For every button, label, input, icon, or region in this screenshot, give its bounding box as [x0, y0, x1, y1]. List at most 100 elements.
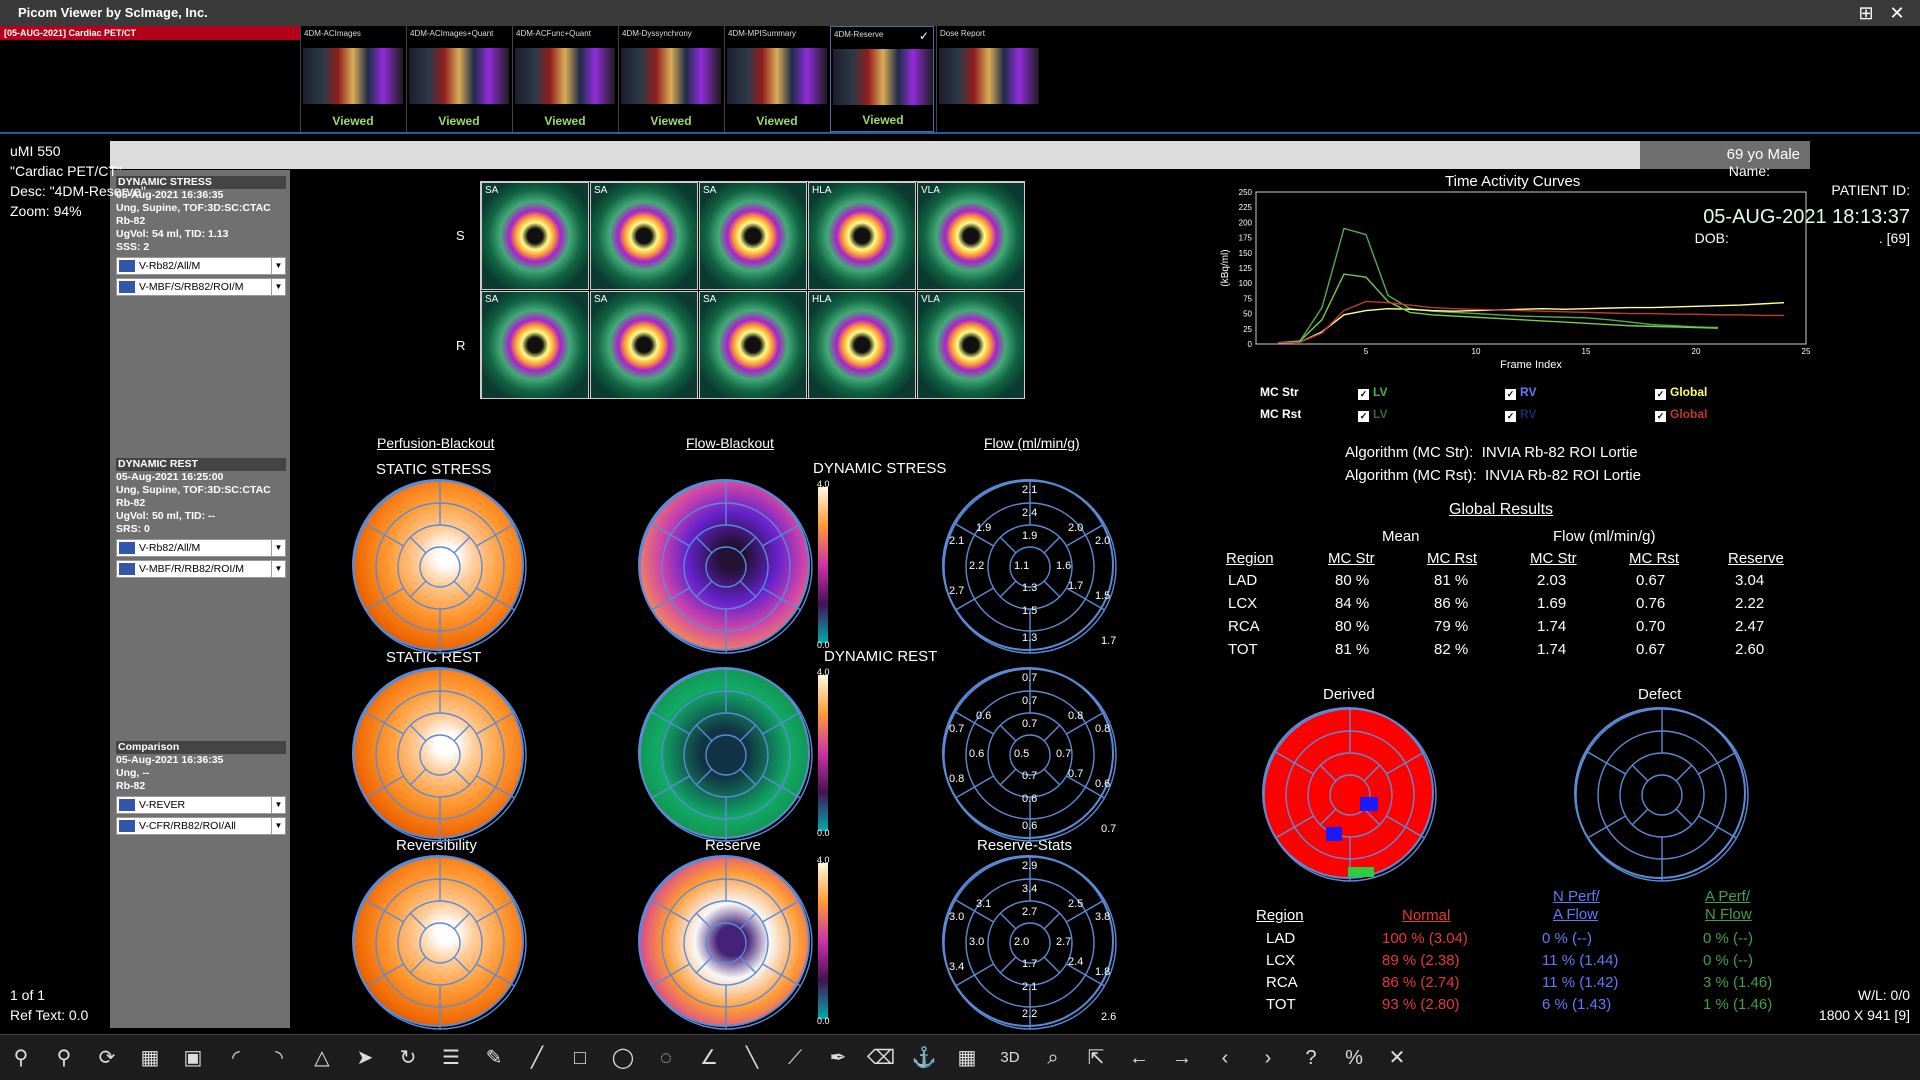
- thumbnail-label: 4DM-MPISummary: [728, 29, 797, 38]
- grid-view-icon[interactable]: ⊞: [1855, 2, 1877, 24]
- thumbnail-1[interactable]: 4DM-ACImages+Quant Viewed: [406, 26, 510, 132]
- line-icon[interactable]: ╱: [522, 1043, 552, 1073]
- flow-blackout-header[interactable]: Flow-Blackout: [686, 435, 774, 451]
- arc-icon[interactable]: ◜: [221, 1043, 251, 1073]
- arrow-line-icon[interactable]: ╲: [737, 1043, 767, 1073]
- checkbox-icon[interactable]: ✓: [1655, 411, 1666, 422]
- export-icon[interactable]: ⇱: [1081, 1043, 1111, 1073]
- slice-stress-0[interactable]: SA: [481, 182, 589, 290]
- lasso-icon[interactable]: ◌: [651, 1043, 681, 1073]
- checkbox-icon[interactable]: ✓: [1358, 389, 1369, 400]
- next-icon[interactable]: →: [1167, 1043, 1197, 1073]
- flow-header[interactable]: Flow (ml/min/g): [984, 435, 1080, 451]
- checkbox-icon[interactable]: ✓: [1505, 411, 1516, 422]
- percent-icon[interactable]: %: [1339, 1043, 1369, 1073]
- legend-str-lv[interactable]: ✓ LV: [1358, 385, 1387, 400]
- slice-rest-0[interactable]: SA: [481, 291, 589, 399]
- slice-grid[interactable]: SA SA SA HLA VLA SA SA SA HLA VLA: [480, 181, 1025, 399]
- polar-defect[interactable]: [1574, 707, 1749, 882]
- legend-rst-rv[interactable]: ✓ RV: [1505, 407, 1536, 422]
- polar-ring: [419, 922, 461, 964]
- thumbnail-status: Viewed: [756, 114, 798, 128]
- polar-derived[interactable]: [1262, 707, 1437, 882]
- refresh-icon[interactable]: ↻: [393, 1043, 423, 1073]
- ellipse-icon[interactable]: ◯: [608, 1043, 638, 1073]
- chevron-down-icon[interactable]: ▼: [271, 797, 285, 813]
- prev-icon[interactable]: ←: [1124, 1043, 1154, 1073]
- users-icon[interactable]: ⚲: [49, 1043, 79, 1073]
- legend-str-global[interactable]: ✓ Global: [1655, 385, 1707, 400]
- polar-value: 1.5: [1095, 590, 1111, 602]
- stress-select-1[interactable]: V-Rb82/All/M ▼: [116, 257, 286, 275]
- polar-dynamic-stress[interactable]: [638, 479, 813, 654]
- film-icon[interactable]: ▦: [135, 1043, 165, 1073]
- ruler-icon[interactable]: ✎: [479, 1043, 509, 1073]
- thumbnail-2[interactable]: 4DM-ACFunc+Quant Viewed: [512, 26, 616, 132]
- polar-reserve[interactable]: [638, 855, 813, 1030]
- legend-rst-lv[interactable]: ✓ LV: [1358, 407, 1387, 422]
- rect-icon[interactable]: □: [565, 1043, 595, 1073]
- eraser-icon[interactable]: ⌫: [866, 1043, 896, 1073]
- grid-icon[interactable]: ▦: [952, 1043, 982, 1073]
- polar-spoke: [762, 587, 801, 611]
- arc-left-icon[interactable]: ◝: [264, 1043, 294, 1073]
- flip-icon[interactable]: △: [307, 1043, 337, 1073]
- user-icon[interactable]: ⚲: [6, 1043, 36, 1073]
- help-icon[interactable]: ?: [1296, 1043, 1326, 1073]
- legend-rst-global[interactable]: ✓ Global: [1655, 407, 1707, 422]
- polar-static-stress[interactable]: [352, 479, 527, 654]
- polar-spoke: [1319, 808, 1337, 826]
- prev-small-icon[interactable]: ‹: [1210, 1043, 1240, 1073]
- slice-stress-1[interactable]: SA: [590, 182, 698, 290]
- comparison-select-1[interactable]: V-REVER ▼: [116, 796, 286, 814]
- polar-ring: [705, 546, 747, 588]
- polar-dynamic-rest[interactable]: [638, 667, 813, 842]
- polar-reversibility[interactable]: [352, 855, 527, 1030]
- rotate-icon[interactable]: ⟳: [92, 1043, 122, 1073]
- slice-stress-4[interactable]: VLA: [917, 182, 1025, 290]
- chevron-down-icon[interactable]: ▼: [271, 258, 285, 274]
- thumbnail-3[interactable]: 4DM-Dyssynchrony Viewed: [618, 26, 722, 132]
- next-small-icon[interactable]: ›: [1253, 1043, 1283, 1073]
- send-icon[interactable]: ➤: [350, 1043, 380, 1073]
- pen-icon[interactable]: ✒: [823, 1043, 853, 1073]
- rest-select-2[interactable]: V-MBF/R/RB82/ROI/M ▼: [116, 560, 286, 578]
- slice-rest-2[interactable]: SA: [699, 291, 807, 399]
- polar-spoke: [651, 775, 690, 799]
- legend-str-rv[interactable]: ✓ RV: [1505, 385, 1536, 400]
- checkbox-icon[interactable]: ✓: [1358, 411, 1369, 422]
- cobb-icon[interactable]: ⟋: [780, 1043, 810, 1073]
- thumbnail-5[interactable]: 4DM-Reserve Viewed ✓: [830, 26, 934, 132]
- study-tab[interactable]: [05-AUG-2021] Cardiac PET/CT: [0, 26, 300, 40]
- slice-stress-3[interactable]: HLA: [808, 182, 916, 290]
- chevron-down-icon[interactable]: ▼: [271, 540, 285, 556]
- close-icon[interactable]: ✕: [1382, 1043, 1412, 1073]
- list-icon[interactable]: ☰: [436, 1043, 466, 1073]
- slice-stress-2[interactable]: SA: [699, 182, 807, 290]
- rest-select-1[interactable]: V-Rb82/All/M ▼: [116, 539, 286, 557]
- polar-value: 2.0: [1014, 936, 1030, 948]
- chevron-down-icon[interactable]: ▼: [271, 279, 285, 295]
- polar-static-rest[interactable]: [352, 667, 527, 842]
- chevron-down-icon[interactable]: ▼: [271, 818, 285, 834]
- polar-value: 1.7: [1022, 958, 1038, 970]
- thumbnail-image: [621, 48, 721, 104]
- perfusion-blackout-header[interactable]: Perfusion-Blackout: [377, 435, 495, 451]
- window-close-icon[interactable]: ✕: [1886, 2, 1908, 24]
- thumbnail-4[interactable]: 4DM-MPISummary Viewed: [724, 26, 828, 132]
- slice-rest-4[interactable]: VLA: [917, 291, 1025, 399]
- zoom-icon[interactable]: ⌕: [1038, 1043, 1068, 1073]
- chevron-down-icon[interactable]: ▼: [271, 561, 285, 577]
- image-edit-icon[interactable]: ▣: [178, 1043, 208, 1073]
- anchor-icon[interactable]: ⚓: [909, 1043, 939, 1073]
- 3d-icon[interactable]: 3D: [995, 1043, 1025, 1073]
- slice-rest-3[interactable]: HLA: [808, 291, 916, 399]
- checkbox-icon[interactable]: ✓: [1505, 389, 1516, 400]
- comparison-select-2[interactable]: V-CFR/RB82/ROI/All ▼: [116, 817, 286, 835]
- slice-rest-1[interactable]: SA: [590, 291, 698, 399]
- thumbnail-6[interactable]: Dose Report: [936, 26, 1040, 132]
- angle-icon[interactable]: ∠: [694, 1043, 724, 1073]
- thumbnail-0[interactable]: 4DM-ACImages Viewed: [300, 26, 404, 132]
- checkbox-icon[interactable]: ✓: [1655, 389, 1666, 400]
- stress-select-2[interactable]: V-MBF/S/RB82/ROI/M ▼: [116, 278, 286, 296]
